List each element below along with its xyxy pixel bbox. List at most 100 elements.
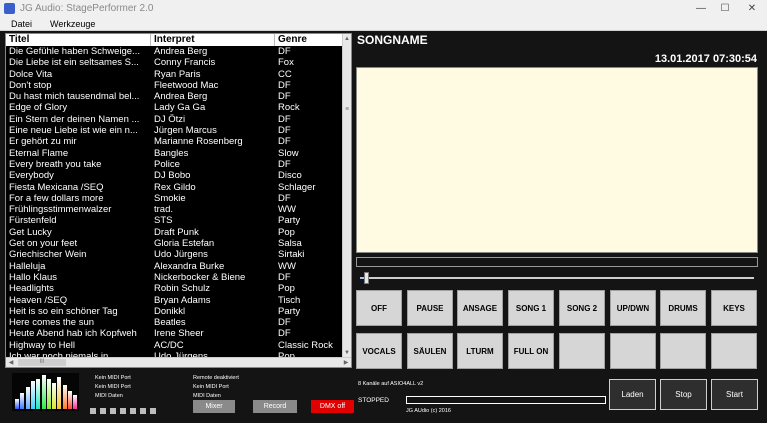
menu-werkzeuge[interactable]: Werkzeuge xyxy=(39,19,102,29)
column-title[interactable]: Titel xyxy=(6,34,151,46)
minimize-icon[interactable]: — xyxy=(689,0,713,17)
horizontal-scrollbar[interactable]: ◀ III ▶ xyxy=(6,357,351,367)
column-genre[interactable]: Genre xyxy=(275,34,344,46)
scroll-right-icon[interactable]: ▶ xyxy=(341,359,351,366)
vu-bar xyxy=(52,383,57,409)
song-row[interactable]: Get on your feet Gloria Estefan Salsa xyxy=(6,238,344,249)
song-title: Get Lucky xyxy=(9,226,52,238)
vu-bar xyxy=(62,385,67,409)
stop-button[interactable]: Stop xyxy=(660,379,707,410)
control-button-lturm[interactable]: LTURM xyxy=(457,333,503,369)
song-artist: Alexandra Burke xyxy=(154,260,225,272)
control-button-empty-6[interactable] xyxy=(610,333,656,369)
scroll-grip-icon[interactable]: ≡ xyxy=(344,106,350,113)
control-button-säulen[interactable]: SÄULEN xyxy=(407,333,453,369)
scroll-left-icon[interactable]: ◀ xyxy=(6,359,16,366)
song-row[interactable]: Highway to Hell AC/DC Classic Rock xyxy=(6,340,344,351)
song-row[interactable]: Ein Stern der deinen Namen ... DJ Ötzi DF xyxy=(6,114,344,125)
control-button-empty-8[interactable] xyxy=(711,333,757,369)
song-row[interactable]: Eine neue Liebe ist wie ein n... Jürgen M… xyxy=(6,125,344,136)
vertical-scrollbar[interactable]: ▲ ≡ ▼ xyxy=(342,34,351,358)
song-title: Er gehört zu mir xyxy=(9,136,77,148)
control-button-keys[interactable]: KEYS xyxy=(711,290,757,326)
app-window: JG Audio: StagePerformer 2.0 — ☐ ✕ Datei… xyxy=(0,0,767,423)
song-genre: DF xyxy=(278,46,291,57)
control-button-pause[interactable]: PAUSE xyxy=(407,290,453,326)
menu-datei[interactable]: Datei xyxy=(0,19,39,29)
song-row[interactable]: Edge of Glory Lady Ga Ga Rock xyxy=(6,102,344,113)
close-icon[interactable]: ✕ xyxy=(737,0,767,17)
song-artist: DJ Bobo xyxy=(154,170,191,182)
song-row[interactable]: Er gehört zu mir Marianne Rosenberg DF xyxy=(6,136,344,147)
control-button-song-1[interactable]: SONG 1 xyxy=(508,290,554,326)
record-button[interactable]: Record xyxy=(253,400,297,413)
channel-indicator xyxy=(100,408,106,414)
position-slider[interactable] xyxy=(360,272,754,284)
playback-state: STOPPED xyxy=(358,397,389,404)
date-time: 13.01.2017 07:30:54 xyxy=(654,53,757,65)
song-row[interactable]: Here comes the sun Beatles DF xyxy=(6,317,344,328)
song-row[interactable]: Heaven /SEQ Bryan Adams Tisch xyxy=(6,295,344,306)
song-row[interactable]: Die Liebe ist ein seltsames S... Conny Fr… xyxy=(6,57,344,68)
control-button-off[interactable]: OFF xyxy=(356,290,402,326)
control-button-up-dwn[interactable]: UP/DWN xyxy=(610,290,656,326)
song-artist: Nickerbocker & Biene xyxy=(154,271,246,283)
vu-bar xyxy=(68,391,72,409)
mixer-button[interactable]: Mixer xyxy=(193,400,235,413)
song-title: Edge of Glory xyxy=(9,102,68,114)
song-row[interactable]: Heit is so ein schöner Tag Donikkl Party xyxy=(6,306,344,317)
song-genre: Sirtaki xyxy=(278,249,305,261)
control-button-empty-5[interactable] xyxy=(559,333,605,369)
song-row[interactable]: Headlights Robin Schulz Pop xyxy=(6,283,344,294)
song-title: Heute Abend hab ich Kopfweh xyxy=(9,328,137,340)
vu-bar xyxy=(25,387,30,409)
lyric-display xyxy=(356,67,758,253)
song-row[interactable]: For a few dollars more Smokie DF xyxy=(6,193,344,204)
song-row[interactable]: Halleluja Alexandra Burke WW xyxy=(6,261,344,272)
song-row[interactable]: Everybody DJ Bobo Disco xyxy=(6,170,344,181)
song-row[interactable]: Every breath you take Police DF xyxy=(6,159,344,170)
song-row[interactable]: Die Gefühle haben Schweige... Andrea Berg… xyxy=(6,46,344,57)
maximize-icon[interactable]: ☐ xyxy=(713,0,737,17)
song-row[interactable]: Don't stop Fleetwood Mac DF xyxy=(6,80,344,91)
song-row[interactable]: Griechischer Wein Udo Jürgens Sirtaki xyxy=(6,249,344,260)
horizontal-scroll-thumb[interactable]: III xyxy=(18,359,66,366)
song-row[interactable]: Du hast mich tausendmal bel... Andrea Ber… xyxy=(6,91,344,102)
song-row[interactable]: Fürstenfeld STS Party xyxy=(6,215,344,226)
control-button-drums[interactable]: DRUMS xyxy=(660,290,706,326)
song-artist: Fleetwood Mac xyxy=(154,79,219,91)
song-row[interactable]: Heute Abend hab ich Kopfweh Irene Sheer DF xyxy=(6,328,344,339)
song-genre: Pop xyxy=(278,226,295,238)
slider-thumb[interactable] xyxy=(363,272,369,284)
song-genre: Salsa xyxy=(278,238,302,250)
scroll-up-icon[interactable]: ▲ xyxy=(343,34,351,44)
song-list[interactable]: Titel Interpret Genre Die Gefühle haben … xyxy=(5,33,352,368)
control-button-ansage[interactable]: ANSAGE xyxy=(457,290,503,326)
song-title: Fiesta Mexicana /SEQ xyxy=(9,181,104,193)
song-row[interactable]: Frühlingsstimmenwalzer trad. WW xyxy=(6,204,344,215)
song-artist: Irene Sheer xyxy=(154,328,204,340)
song-genre: DF xyxy=(278,136,291,148)
song-row[interactable]: Eternal Flame Bangles Slow xyxy=(6,148,344,159)
song-name: SONGNAME xyxy=(357,33,428,47)
channel-indicator xyxy=(130,408,136,414)
column-artist[interactable]: Interpret xyxy=(151,34,275,46)
remote-status-2: Kein MIDI Port xyxy=(193,384,229,390)
dmx-off-button[interactable]: DMX off xyxy=(311,400,354,413)
control-button-song-2[interactable]: SONG 2 xyxy=(559,290,605,326)
control-button-full-on[interactable]: FULL ON xyxy=(508,333,554,369)
song-row[interactable]: Fiesta Mexicana /SEQ Rex Gildo Schlager xyxy=(6,182,344,193)
control-button-vocals[interactable]: VOCALS xyxy=(356,333,402,369)
song-artist: Conny Francis xyxy=(154,57,216,69)
control-button-empty-7[interactable] xyxy=(660,333,706,369)
song-title: Heit is so ein schöner Tag xyxy=(9,305,118,317)
song-genre: Rock xyxy=(278,102,300,114)
song-artist: Ryan Paris xyxy=(154,68,201,80)
song-row[interactable]: Get Lucky Draft Punk Pop xyxy=(6,227,344,238)
song-row[interactable]: Hallo Klaus Nickerbocker & Biene DF xyxy=(6,272,344,283)
song-row[interactable]: Dolce Vita Ryan Paris CC xyxy=(6,69,344,80)
song-genre: Fox xyxy=(278,57,294,69)
load-button[interactable]: Laden xyxy=(609,379,656,410)
vu-bar xyxy=(73,395,78,409)
start-button[interactable]: Start xyxy=(711,379,758,410)
